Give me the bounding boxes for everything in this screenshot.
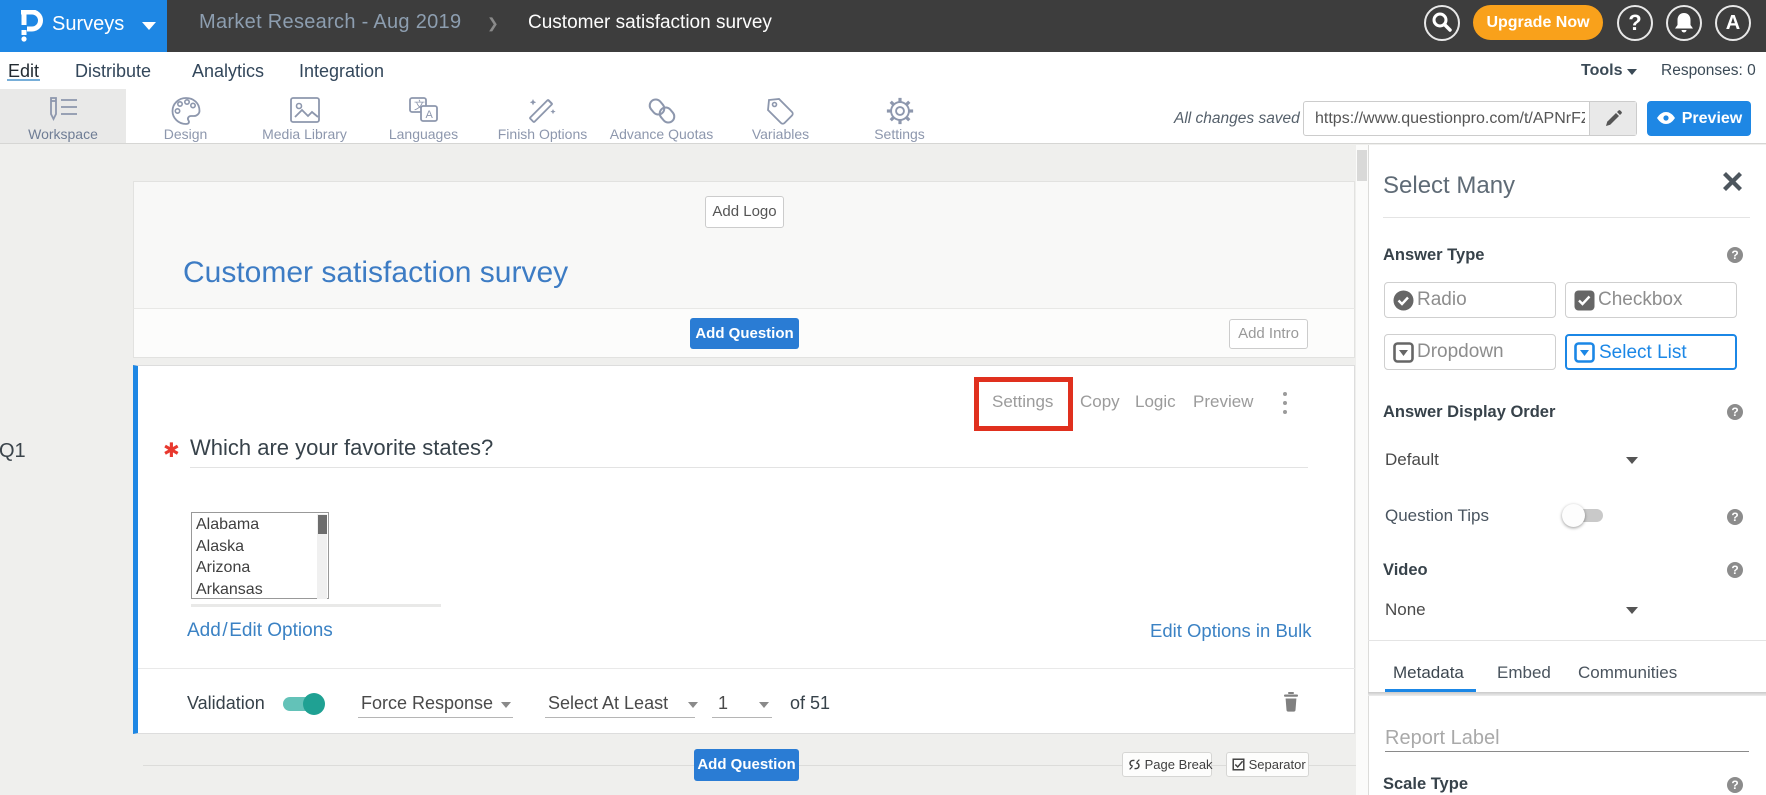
svg-text:A: A [425,109,433,121]
